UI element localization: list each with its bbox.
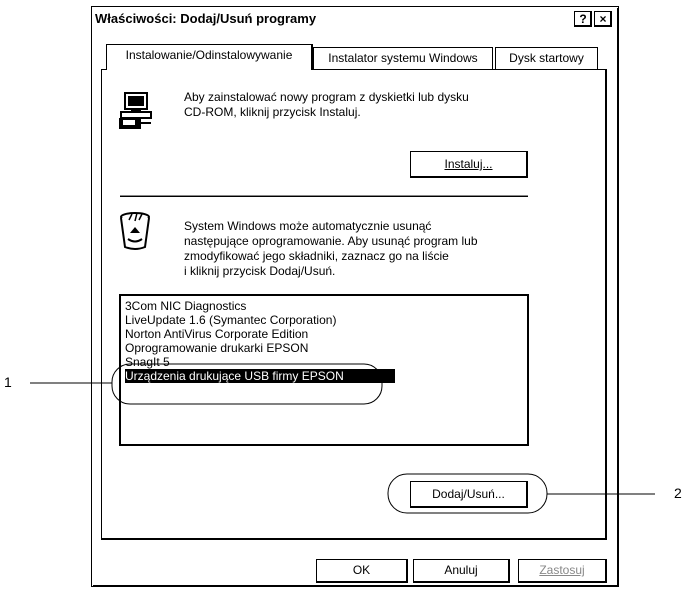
callout-ellipse-2	[387, 473, 548, 514]
callout-label-2: 2	[674, 485, 682, 501]
callout-label-1: 1	[4, 374, 12, 390]
callout-overlay	[30, 363, 655, 514]
active-tab-gap	[107, 69, 311, 71]
callout-ellipse-1	[111, 363, 383, 405]
tab-install-uninstall[interactable]: Instalowanie/Odinstalowywanie	[106, 44, 313, 70]
